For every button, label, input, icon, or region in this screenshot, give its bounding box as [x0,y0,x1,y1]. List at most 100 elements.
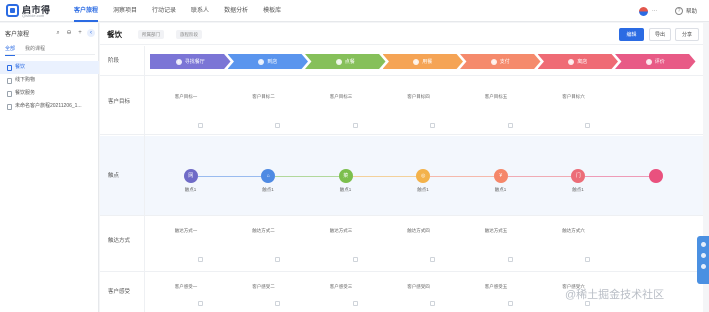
contact_methods-cell[interactable]: 触达方式五 [485,228,508,234]
stage-label: 离店 [577,59,588,65]
cell-marker[interactable] [585,257,590,262]
feelings-cell[interactable]: 客户感受三 [330,284,353,290]
stage-number: 7 [645,58,652,65]
journey-list-item-label: 未命名客户旅程20211206_1... [15,103,82,109]
touchpoint-connector [430,176,494,177]
contact_methods-cell[interactable]: 触达方式六 [562,228,585,234]
journey-header: 餐饮 所属部门 旅程阶段 编辑 导出 分享 [100,23,703,45]
cell-marker[interactable] [275,123,280,128]
document-icon [7,103,12,110]
goals-cell[interactable]: 客户目标二 [252,94,275,100]
help-icon[interactable]: ? [674,7,683,15]
touchpoint-icon[interactable]: ◎ [416,169,431,183]
touchpoint-row: 触点 网触点1 ⌂ 触点1 菜触点1 ◎ 触点1 ¥ 触点1 门触点1 [100,136,703,216]
cell-marker[interactable] [197,301,203,306]
touch-row-label: 触点 [108,173,120,179]
cell-marker[interactable] [197,257,203,262]
sidebar-tab[interactable]: 我的课程 [25,45,45,55]
cell-marker[interactable] [430,257,435,262]
goals-cell[interactable]: 客户目标五 [485,94,508,100]
nav-item[interactable]: 模板库 [263,0,281,22]
feedback-icon[interactable] [700,253,706,258]
cell-marker[interactable] [430,301,435,306]
help-label[interactable]: 帮助 [686,7,697,15]
watermark: @稀土掘金技术社区 [565,289,665,301]
journey-list-item[interactable]: 餐饮服务 [0,87,99,100]
cell-marker[interactable] [197,123,203,128]
touchpoint-label: 触点1 [184,187,197,192]
cell-marker[interactable] [430,123,435,128]
cell-marker[interactable] [275,257,280,262]
feelings-cell[interactable]: 客户感受五 [485,284,508,290]
feelings-cell[interactable]: 客户感受四 [407,284,430,290]
nav-item[interactable]: 数据分析 [224,0,248,22]
contact_methods-cell[interactable]: 触达方式三 [330,228,353,234]
contact_methods-cell[interactable]: 触达方式二 [252,228,275,234]
touchpoint-icon[interactable] [648,169,663,183]
touchpoint-icon[interactable]: ⌂ [261,169,276,183]
sidebar-header: 客户旅程 ⌕ ⊖ + ‹ [5,29,95,39]
cell-marker[interactable] [352,301,358,306]
stage-arrow[interactable]: 7 评价 [615,54,696,69]
goals-cell[interactable]: 客户目标四 [407,94,430,100]
stage-arrow[interactable]: 3 点餐 [305,54,386,69]
stage-number: 2 [258,58,265,65]
cell-marker[interactable] [275,301,280,306]
export-button[interactable]: 导出 [649,28,671,41]
cell-marker[interactable] [507,301,513,306]
touchpoint-label: 触点1 [262,187,274,192]
stage-arrow[interactable]: 1 寻找餐厅 [150,54,231,69]
share-button[interactable]: 分享 [675,28,699,41]
contact-row: 触达方式 触达方式一 触达方式二 触达方式三 触达方式四 触达方式五 触达方式六 [100,217,703,272]
feelings-cell[interactable]: 客户感受二 [252,284,275,290]
search-icon[interactable]: ⌕ [54,29,62,37]
floating-side-toolbar[interactable] [697,236,709,284]
touchpoint-icon[interactable]: 菜 [338,169,353,183]
cell-marker[interactable] [507,123,513,128]
touchpoint-icon[interactable]: 门 [571,169,586,183]
feelings-cell[interactable]: 客户感受一 [175,284,198,290]
goals-cell[interactable]: 客户目标一 [175,94,198,100]
journey-list-item-label: 餐饮 [15,64,26,70]
chat-icon[interactable] [700,242,706,247]
sidebar-tools: ⌕ ⊖ + ‹ [51,29,95,37]
journey-list-item[interactable]: 线下购物 [0,74,99,87]
journey-list-item[interactable]: 未命名客户旅程20211206_1... [0,100,99,113]
org-select[interactable]: ··· [652,8,657,14]
department-tag[interactable]: 所属部门 [138,30,164,39]
cell-marker[interactable] [352,123,358,128]
nav-item[interactable]: 洞察项目 [113,0,137,22]
nav-item[interactable]: 联系人 [191,0,209,22]
add-icon[interactable]: + [76,29,84,37]
touchpoint-icon[interactable]: ¥ [493,169,508,183]
stage-arrow[interactable]: 6 离店 [537,54,618,69]
touchpoint-label: 触点1 [339,187,352,192]
stage-arrow[interactable]: 4 用餐 [382,54,463,69]
stage-arrow[interactable]: 2 到店 [227,54,308,69]
filter-icon[interactable]: ⊖ [65,29,73,37]
touchpoint-icon[interactable]: 网 [183,169,198,183]
user-avatar-icon[interactable] [638,6,648,16]
contact_methods-cell[interactable]: 触达方式四 [407,228,430,234]
stage-arrow[interactable]: 5 支付 [460,54,541,69]
journey-list-item[interactable]: 餐饮 [0,61,99,74]
logo-icon [6,4,19,17]
stage-label: 寻找餐厅 [184,59,205,65]
cell-marker[interactable] [585,123,590,128]
cell-marker[interactable] [507,257,513,262]
goals-cell[interactable]: 客户目标六 [562,94,585,100]
goals-cell[interactable]: 客户目标三 [330,94,353,100]
collapse-icon[interactable]: ‹ [87,29,95,37]
cell-marker[interactable] [352,257,358,262]
stage-row: 阶段 1 寻找餐厅 2 到店 3 点餐 4 用餐 5 支付 6 离店 7 评价 [100,46,703,76]
contact_methods-cell[interactable]: 触达方式一 [175,228,198,234]
journey-list-item-label: 线下购物 [15,77,36,83]
top-icon[interactable] [700,264,706,269]
edit-button[interactable]: 编辑 [619,28,644,41]
stage-tag[interactable]: 旅程阶段 [176,30,202,39]
nav-item[interactable]: 客户旅程 [74,0,99,22]
label-column-divider [144,46,145,312]
sidebar-tab[interactable]: 全部 [5,45,16,56]
nav-item[interactable]: 行动记录 [152,0,176,22]
app-logo[interactable]: 启市得 Qishide.com [6,3,54,19]
